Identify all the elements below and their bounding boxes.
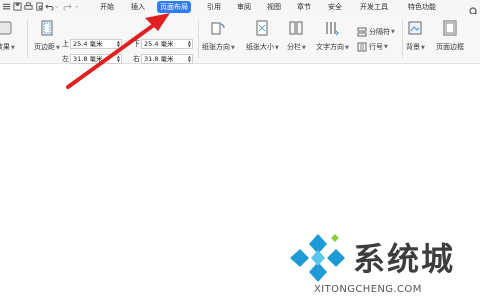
background-icon bbox=[407, 20, 423, 36]
margin-bottom-row: 下 25.4 毫米 ▲ ▼ bbox=[133, 39, 193, 49]
margin-right-input[interactable]: 31.8 毫米 ▲ ▼ bbox=[141, 54, 193, 64]
orientation-button[interactable]: 纸张方向▼ bbox=[202, 20, 235, 52]
tab-references[interactable]: 引用 bbox=[207, 1, 221, 13]
page-border-label: 页面边框 bbox=[436, 43, 464, 51]
margins-icon bbox=[39, 20, 55, 36]
text-direction-icon bbox=[324, 20, 340, 36]
menu-icon[interactable] bbox=[2, 2, 11, 11]
margins-label: 页边距 bbox=[34, 43, 55, 51]
orientation-label: 纸张方向 bbox=[202, 43, 230, 51]
tab-view[interactable]: 视图 bbox=[267, 1, 281, 13]
margin-top-row: 上 25.4 毫米 ▲ ▼ bbox=[62, 39, 122, 49]
margin-left-value: 31.8 毫米 bbox=[73, 55, 103, 63]
tab-review[interactable]: 审阅 bbox=[237, 1, 251, 13]
page-border-icon bbox=[442, 20, 458, 36]
paper-size-button[interactable]: 纸张大小▼ bbox=[246, 20, 279, 52]
ribbon-divider bbox=[402, 20, 403, 58]
tab-start[interactable]: 开始 bbox=[100, 1, 114, 13]
paper-size-label: 纸张大小 bbox=[246, 43, 274, 51]
save-icon[interactable] bbox=[13, 2, 22, 11]
line-number-icon bbox=[357, 42, 367, 52]
margin-bottom-label: 下 bbox=[133, 40, 140, 48]
margin-right-value: 31.8 毫米 bbox=[144, 55, 174, 63]
quick-access-dropdown-icon[interactable] bbox=[74, 2, 79, 11]
separator-button[interactable]: 分隔符 ▼ bbox=[357, 27, 395, 37]
ribbon-divider bbox=[198, 20, 199, 58]
watermark-logo-icon bbox=[290, 234, 345, 282]
theme-effects-button[interactable]: 效果▼ bbox=[0, 20, 15, 52]
watermark-url: XITONGCHENG.COM bbox=[314, 284, 422, 295]
margins-button[interactable]: 页边距▼ bbox=[34, 20, 60, 52]
margin-right-row: 右 31.8 毫米 ▲ ▼ bbox=[133, 54, 193, 64]
margin-left-row: 左 31.8 毫米 ▲ ▼ bbox=[62, 54, 122, 64]
print-preview-icon[interactable] bbox=[35, 2, 44, 11]
margin-left-label: 左 bbox=[62, 55, 69, 63]
search-icon[interactable] bbox=[469, 2, 479, 17]
redo-icon[interactable] bbox=[63, 2, 72, 11]
margin-top-value: 25.4 毫米 bbox=[73, 40, 103, 48]
site-watermark: 系统城 XITONGCHENG.COM bbox=[287, 232, 480, 303]
margin-left-input[interactable]: 31.8 毫米 ▲ ▼ bbox=[70, 54, 122, 64]
line-number-button[interactable]: 行号 ▼ bbox=[357, 42, 388, 52]
tab-chapter[interactable]: 章节 bbox=[297, 1, 311, 13]
margin-top-input[interactable]: 25.4 毫米 ▲ ▼ bbox=[70, 39, 122, 49]
text-direction-button[interactable]: 文字方向▼ bbox=[316, 20, 349, 52]
print-icon[interactable] bbox=[24, 2, 33, 11]
margin-right-label: 右 bbox=[133, 55, 140, 63]
theme-icon bbox=[0, 20, 13, 36]
wps-writer-window: 开始 插入 页面布局 引用 审阅 视图 章节 安全 开发工具 特色功能 效果▼ … bbox=[0, 0, 480, 303]
separator-icon bbox=[357, 27, 367, 37]
paper-size-icon bbox=[254, 20, 270, 36]
separator-label: 分隔符 bbox=[369, 28, 390, 36]
margin-bottom-input[interactable]: 25.4 毫米 ▲ ▼ bbox=[141, 39, 193, 49]
ribbon-toolbar: 效果▼ 页边距▼ 上 25.4 毫米▲▼ 左 31.8 毫米▲▼ 下 25.4 … bbox=[0, 14, 480, 64]
tab-insert[interactable]: 插入 bbox=[131, 1, 145, 13]
columns-button[interactable]: 分栏▼ bbox=[287, 20, 306, 52]
columns-icon bbox=[288, 20, 304, 36]
menu-bar: 开始 插入 页面布局 引用 审阅 视图 章节 安全 开发工具 特色功能 bbox=[0, 0, 480, 17]
tab-developer-tools[interactable]: 开发工具 bbox=[360, 1, 388, 13]
margin-bottom-value: 25.4 毫米 bbox=[144, 40, 174, 48]
columns-label: 分栏 bbox=[287, 43, 301, 51]
page-border-button[interactable]: 页面边框 bbox=[436, 20, 464, 52]
tab-page-layout[interactable]: 页面布局 bbox=[157, 1, 191, 13]
orientation-icon bbox=[210, 20, 226, 36]
background-label: 背景 bbox=[406, 43, 420, 51]
tab-special-features[interactable]: 特色功能 bbox=[408, 1, 436, 13]
tab-security[interactable]: 安全 bbox=[328, 1, 342, 13]
watermark-title: 系统城 bbox=[353, 240, 456, 278]
text-direction-label: 文字方向 bbox=[316, 43, 344, 51]
line-number-label: 行号 bbox=[369, 43, 383, 51]
background-button[interactable]: 背景▼ bbox=[406, 20, 425, 52]
undo-icon[interactable] bbox=[45, 2, 54, 11]
undo-dropdown-icon[interactable] bbox=[54, 2, 59, 11]
ribbon-divider bbox=[27, 20, 28, 58]
theme-label: 效果 bbox=[0, 43, 10, 51]
margin-top-label: 上 bbox=[62, 40, 69, 48]
